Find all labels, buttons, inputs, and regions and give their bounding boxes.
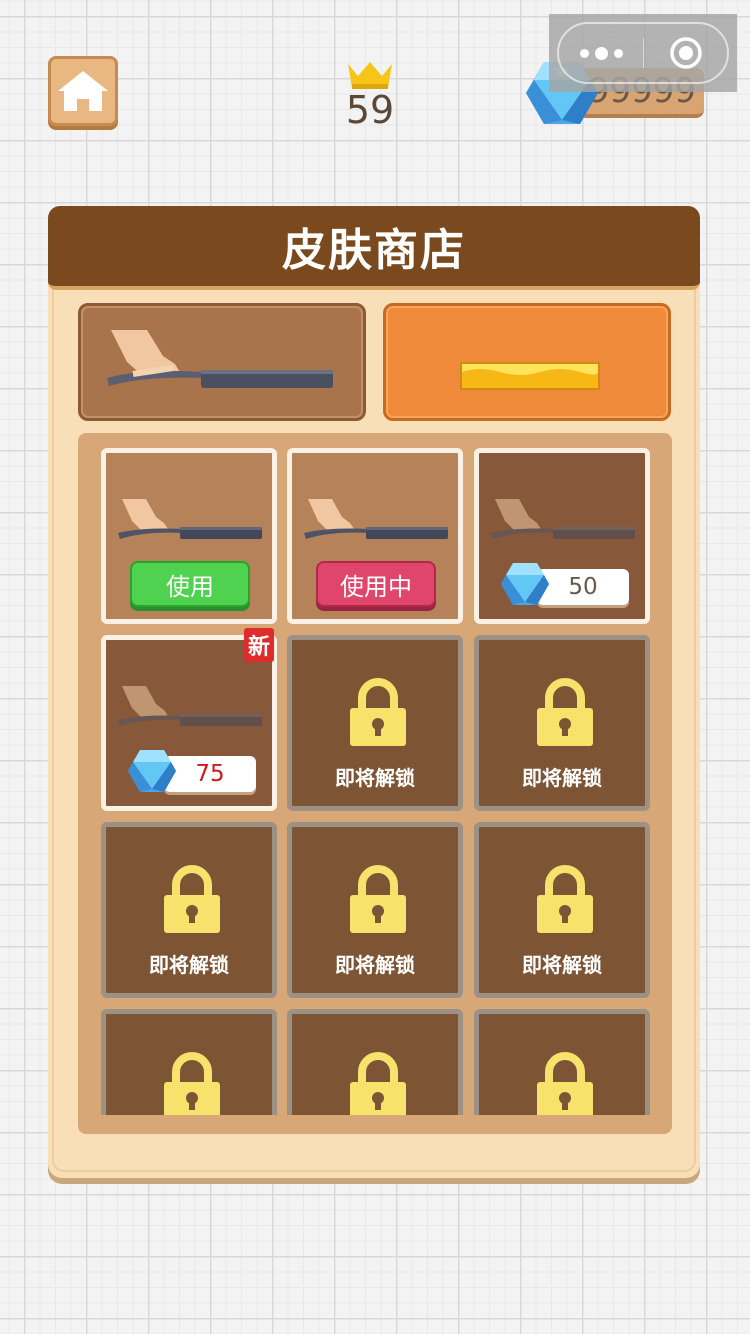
- locked-label: 即将解锁: [522, 953, 602, 977]
- crown-icon: [348, 62, 392, 89]
- skin-card: 即将解锁: [101, 822, 277, 998]
- skin-card: 即将解锁: [474, 822, 650, 998]
- more-dots-icon[interactable]: [559, 46, 643, 60]
- diamond-icon: [499, 561, 551, 611]
- lock-icon: [537, 1052, 593, 1115]
- lock-icon: [350, 865, 406, 939]
- frying-pan-icon: [116, 684, 266, 738]
- skin-card[interactable]: 50: [474, 448, 650, 624]
- target-circle-icon[interactable]: [644, 36, 727, 70]
- use-button[interactable]: 使用: [130, 561, 250, 607]
- skin-card: 即将解锁: [287, 635, 463, 811]
- skin-card: 即将解锁: [287, 822, 463, 998]
- diamond-icon: [126, 748, 178, 798]
- locked-label: 即将解锁: [335, 766, 415, 790]
- lock-icon: [350, 1052, 406, 1115]
- tab-pan[interactable]: [78, 303, 366, 421]
- frying-pan-icon: [302, 497, 452, 551]
- in-use-button[interactable]: 使用中: [316, 561, 436, 607]
- golden-bar-icon: [460, 362, 600, 390]
- skin-grid: 使用使用中5075新即将解锁即将解锁即将解锁即将解锁即将解锁即将解锁即将解锁即将…: [78, 433, 672, 1134]
- panel-title: 皮肤商店: [282, 225, 466, 276]
- frying-pan-icon: [489, 497, 639, 551]
- lock-icon: [537, 865, 593, 939]
- skin-card[interactable]: 75 新: [101, 628, 277, 811]
- skin-card[interactable]: 使用中: [287, 448, 463, 624]
- level-number: 59: [345, 88, 395, 132]
- frying-pan-icon: [107, 330, 333, 388]
- tab-other[interactable]: [383, 303, 671, 421]
- lock-icon: [164, 1052, 220, 1115]
- skin-card: 即将解锁: [101, 1009, 277, 1115]
- frying-pan-icon: [116, 497, 266, 551]
- mini-program-capsule: [549, 14, 737, 92]
- lock-icon: [164, 865, 220, 939]
- lock-icon: [537, 678, 593, 752]
- panel-header: 皮肤商店: [48, 206, 700, 290]
- skin-card: 即将解锁: [474, 1009, 650, 1115]
- skin-card: 即将解锁: [287, 1009, 463, 1115]
- lock-icon: [350, 678, 406, 752]
- new-badge: 新: [244, 628, 274, 662]
- locked-label: 即将解锁: [149, 953, 229, 977]
- locked-label: 即将解锁: [335, 953, 415, 977]
- level-display: 59: [320, 60, 420, 130]
- home-icon: [58, 71, 108, 111]
- skin-card: 即将解锁: [474, 635, 650, 811]
- skin-card[interactable]: 使用: [101, 448, 277, 624]
- locked-label: 即将解锁: [522, 766, 602, 790]
- home-button[interactable]: [48, 56, 118, 126]
